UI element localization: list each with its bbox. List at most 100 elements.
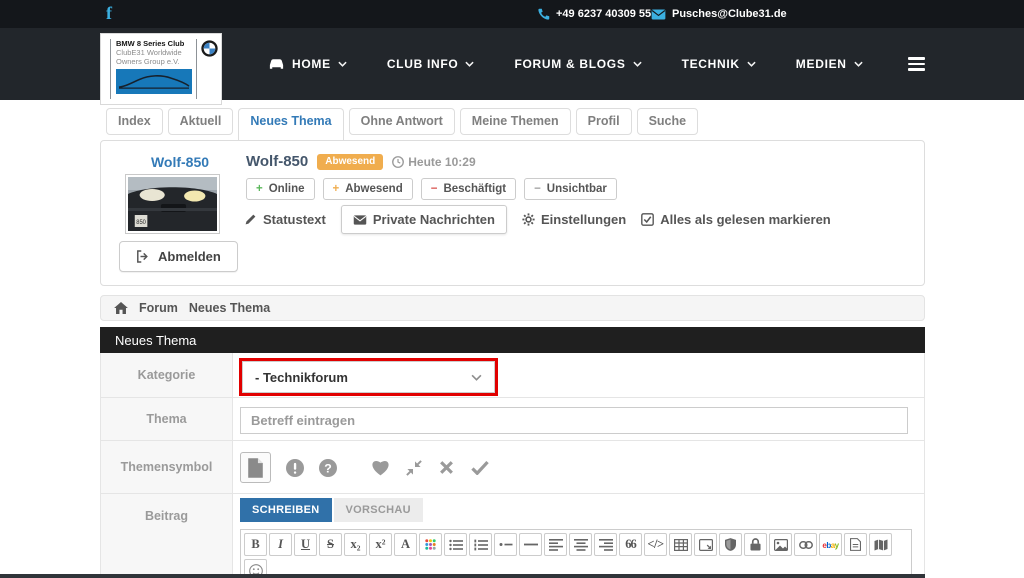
toolbar-map-button[interactable] bbox=[869, 533, 892, 556]
toolbar-italic-button[interactable]: I bbox=[269, 533, 292, 556]
facebook-icon[interactable]: f bbox=[106, 3, 112, 24]
toolbar-link-button[interactable] bbox=[794, 533, 817, 556]
tab-neues-thema[interactable]: Neues Thema bbox=[238, 108, 343, 141]
thema-input[interactable] bbox=[240, 407, 908, 434]
editor-tab-vorschau[interactable]: VORSCHAU bbox=[334, 498, 423, 522]
lock-icon bbox=[750, 538, 761, 551]
beitrag-row: Beitrag SCHREIBENVORSCHAU BIUSx₂x²A66</>… bbox=[101, 494, 924, 578]
toolbar-font-button[interactable]: A bbox=[394, 533, 417, 556]
tab-aktuell[interactable]: Aktuell bbox=[168, 108, 234, 135]
toolbar-attach-button[interactable] bbox=[844, 533, 867, 556]
nav-item-club-info[interactable]: CLUB INFO bbox=[367, 57, 495, 71]
list-ul-icon bbox=[449, 539, 463, 551]
toolbar-shield-button[interactable] bbox=[719, 533, 742, 556]
check-square-icon bbox=[641, 213, 654, 226]
list-item-icon bbox=[499, 541, 513, 548]
toolbar-list-ol-button[interactable] bbox=[469, 533, 492, 556]
toolbar-horizontal-rule-button[interactable] bbox=[519, 533, 542, 556]
forum-tabs: IndexAktuellNeues ThemaOhne AntwortMeine… bbox=[106, 108, 698, 141]
envelope-icon bbox=[651, 9, 666, 20]
attach-icon bbox=[850, 538, 861, 551]
action-einstellungen[interactable]: Einstellungen bbox=[522, 212, 626, 227]
chevron-down-icon bbox=[471, 374, 482, 381]
editor-tabs: SCHREIBENVORSCHAU bbox=[240, 498, 912, 522]
toolbar-superscript-button[interactable]: x² bbox=[369, 533, 392, 556]
status-button-beschaeftigt[interactable]: −Beschäftigt bbox=[421, 178, 516, 200]
toolbar-align-center-button[interactable] bbox=[569, 533, 592, 556]
action-statustext[interactable]: Statustext bbox=[244, 212, 326, 227]
heart-icon bbox=[371, 459, 390, 476]
phone-contact[interactable]: +49 6237 40309 55 bbox=[538, 0, 651, 28]
toolbar-align-left-button[interactable] bbox=[544, 533, 567, 556]
image-icon bbox=[774, 539, 788, 551]
toolbar-color-button[interactable] bbox=[419, 533, 442, 556]
action-alles-gelesen[interactable]: Alles als gelesen markieren bbox=[641, 212, 831, 227]
toolbar-underline-button[interactable]: U bbox=[294, 533, 317, 556]
topic-symbol-file[interactable] bbox=[240, 452, 271, 483]
tab-suche[interactable]: Suche bbox=[637, 108, 699, 135]
topic-symbol-heart[interactable] bbox=[371, 458, 390, 477]
nav-item-medien[interactable]: MEDIEN bbox=[776, 57, 883, 71]
exclamation-icon bbox=[286, 459, 304, 477]
topbar: f +49 6237 40309 55 Pusches@Clube31.de bbox=[0, 0, 1024, 28]
toolbar-bold-button[interactable]: B bbox=[244, 533, 267, 556]
svg-text:850: 850 bbox=[136, 220, 146, 226]
email-address: Pusches@Clube31.de bbox=[672, 8, 787, 20]
toolbar-ebay-button[interactable]: ebay bbox=[819, 533, 842, 556]
toolbar-quote-button[interactable]: 66 bbox=[619, 533, 642, 556]
car-icon bbox=[268, 58, 285, 70]
topic-symbol-picker: ? bbox=[239, 445, 910, 490]
logout-button[interactable]: Abmelden bbox=[119, 241, 238, 272]
toolbar-table-button[interactable] bbox=[669, 533, 692, 556]
breadcrumb-item-0[interactable]: Forum bbox=[139, 301, 178, 315]
gear-icon bbox=[522, 213, 535, 226]
nav-item-label: MEDIEN bbox=[796, 57, 847, 71]
toolbar-lock-button[interactable] bbox=[744, 533, 767, 556]
topic-symbol-exclamation[interactable] bbox=[285, 458, 304, 477]
topic-symbol-compress[interactable] bbox=[404, 458, 423, 477]
avatar[interactable]: 850 bbox=[125, 174, 220, 234]
status-button-unsichtbar[interactable]: −Unsichtbar bbox=[524, 178, 617, 200]
topic-symbol-times[interactable] bbox=[437, 458, 456, 477]
highlight-box: - Technikforum bbox=[239, 358, 498, 396]
align-right-icon bbox=[599, 539, 613, 551]
chevron-down-icon bbox=[338, 61, 347, 67]
breadcrumb: Forum Neues Thema bbox=[100, 295, 925, 321]
home-icon[interactable] bbox=[114, 302, 128, 314]
editor-tab-schreiben[interactable]: SCHREIBEN bbox=[240, 498, 332, 522]
kategorie-select[interactable]: - Technikforum bbox=[242, 361, 495, 393]
toolbar-list-ul-button[interactable] bbox=[444, 533, 467, 556]
pencil-icon bbox=[244, 213, 257, 226]
tab-meine-themen[interactable]: Meine Themen bbox=[460, 108, 571, 135]
nav-item-forum-blogs[interactable]: FORUM & BLOGS bbox=[494, 57, 661, 71]
profile-name-link[interactable]: Wolf-850 bbox=[121, 154, 239, 170]
status-button-online[interactable]: +Online bbox=[246, 178, 315, 200]
club-logo[interactable]: BMW 8 Series Club ClubE31 Worldwide Owne… bbox=[100, 33, 222, 105]
toolbar-align-right-button[interactable] bbox=[594, 533, 617, 556]
toolbar-media-button[interactable] bbox=[694, 533, 717, 556]
tab-index[interactable]: Index bbox=[106, 108, 163, 135]
nav-item-label: FORUM & BLOGS bbox=[514, 57, 625, 71]
status-button-abwesend[interactable]: +Abwesend bbox=[323, 178, 413, 200]
topic-symbol-check[interactable] bbox=[470, 458, 489, 477]
status-symbol: − bbox=[534, 183, 541, 195]
toolbar-image-button[interactable] bbox=[769, 533, 792, 556]
nav-item-home[interactable]: HOME bbox=[248, 57, 367, 71]
email-contact[interactable]: Pusches@Clube31.de bbox=[651, 0, 787, 28]
hamburger-menu-icon[interactable] bbox=[908, 57, 925, 74]
section-header: Neues Thema bbox=[100, 327, 925, 353]
toolbar-subscript-button[interactable]: x₂ bbox=[344, 533, 367, 556]
nav-item-technik[interactable]: TECHNIK bbox=[662, 57, 776, 71]
breadcrumb-item-1[interactable]: Neues Thema bbox=[189, 301, 270, 315]
color-icon bbox=[424, 538, 437, 551]
tab-profil[interactable]: Profil bbox=[576, 108, 632, 135]
chevron-down-icon bbox=[854, 61, 863, 67]
nav-item-label: HOME bbox=[292, 57, 331, 71]
topic-symbol-question[interactable]: ? bbox=[318, 458, 337, 477]
tab-ohne-antwort[interactable]: Ohne Antwort bbox=[349, 108, 455, 135]
action-private-nachrichten[interactable]: Private Nachrichten bbox=[341, 205, 507, 234]
toolbar-code-button[interactable]: </> bbox=[644, 533, 667, 556]
toolbar-list-item-button[interactable] bbox=[494, 533, 517, 556]
toolbar-strike-button[interactable]: S bbox=[319, 533, 342, 556]
phone-number: +49 6237 40309 55 bbox=[556, 8, 651, 20]
